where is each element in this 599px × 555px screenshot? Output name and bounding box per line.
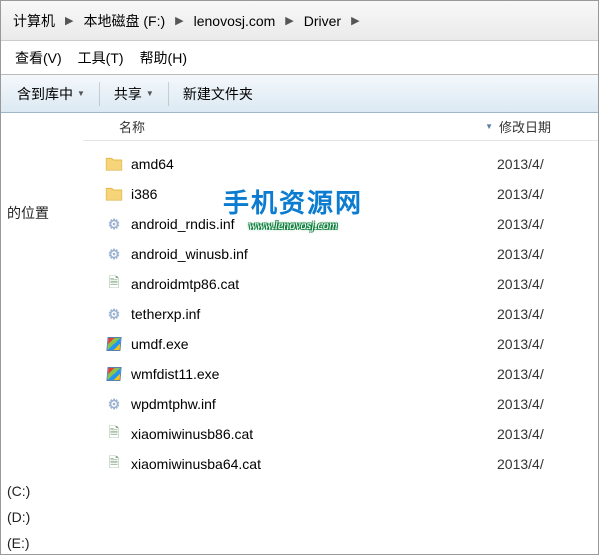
file-date: 2013/4/ [497,456,598,472]
toolbar-label: 含到库中 [17,84,73,104]
toolbar-include-library[interactable]: 含到库中 ▼ [5,75,97,112]
toolbar: 含到库中 ▼ 共享 ▼ 新建文件夹 [1,75,598,113]
menu-help[interactable]: 帮助(H) [140,48,187,68]
column-name[interactable]: 名称 ▼ [119,117,499,136]
sidebar-location-label[interactable]: 的位置 [7,203,83,223]
exe-icon [105,365,123,383]
file-name: amd64 [131,156,497,172]
file-date: 2013/4/ [497,246,598,262]
file-date: 2013/4/ [497,186,598,202]
folder-icon [105,185,123,203]
file-date: 2013/4/ [497,156,598,172]
file-name: wpdmtphw.inf [131,396,497,412]
toolbar-label: 新建文件夹 [183,84,253,104]
file-name: xiaomiwinusb86.cat [131,426,497,442]
breadcrumb[interactable]: 计算机 ▶ 本地磁盘 (F:) ▶ lenovosj.com ▶ Driver … [1,1,598,41]
list-item[interactable]: xiaomiwinusba64.cat2013/4/ [83,449,598,479]
file-date: 2013/4/ [497,216,598,232]
inf-icon [105,395,123,413]
list-item[interactable]: xiaomiwinusb86.cat2013/4/ [83,419,598,449]
sidebar-drive-c[interactable]: (C:) [7,483,83,499]
file-date: 2013/4/ [497,276,598,292]
menu-view[interactable]: 查看(V) [15,48,62,68]
file-name: androidmtp86.cat [131,276,497,292]
column-headers: 名称 ▼ 修改日期 [83,113,598,141]
list-item[interactable]: android_winusb.inf2013/4/ [83,239,598,269]
content-area: 的位置 (C:) (D:) (E:) 名称 ▼ 修改日期 amd642013/4… [1,113,598,554]
crumb-driver[interactable]: Driver [300,13,345,29]
list-item[interactable]: umdf.exe2013/4/ [83,329,598,359]
chevron-right-icon[interactable]: ▶ [59,14,79,27]
list-item[interactable]: wmfdist11.exe2013/4/ [83,359,598,389]
crumb-computer[interactable]: 计算机 [9,11,59,31]
inf-icon [105,215,123,233]
cat-icon [105,455,123,473]
inf-icon [105,305,123,323]
list-item[interactable]: androidmtp86.cat2013/4/ [83,269,598,299]
file-panel: 名称 ▼ 修改日期 amd642013/4/i3862013/4/android… [83,113,598,554]
chevron-down-icon: ▼ [146,89,154,98]
crumb-lenovosj[interactable]: lenovosj.com [190,13,280,29]
cat-icon [105,425,123,443]
list-item[interactable]: tetherxp.inf2013/4/ [83,299,598,329]
menubar: 查看(V) 工具(T) 帮助(H) [1,41,598,75]
crumb-drive-f[interactable]: 本地磁盘 (F:) [79,11,169,31]
inf-icon [105,245,123,263]
file-name: xiaomiwinusba64.cat [131,456,497,472]
file-name: android_rndis.inf [131,216,497,232]
list-item[interactable]: amd642013/4/ [83,149,598,179]
list-item[interactable]: android_rndis.inf2013/4/ [83,209,598,239]
file-name: android_winusb.inf [131,246,497,262]
cat-icon [105,275,123,293]
folder-icon [105,155,123,173]
chevron-right-icon[interactable]: ▶ [279,14,299,27]
chevron-right-icon[interactable]: ▶ [169,14,189,27]
file-date: 2013/4/ [497,396,598,412]
chevron-down-icon: ▼ [77,89,85,98]
file-name: tetherxp.inf [131,306,497,322]
chevron-right-icon[interactable]: ▶ [345,14,365,27]
list-item[interactable]: wpdmtphw.inf2013/4/ [83,389,598,419]
file-date: 2013/4/ [497,426,598,442]
file-name: i386 [131,186,497,202]
file-name: umdf.exe [131,336,497,352]
toolbar-share[interactable]: 共享 ▼ [102,75,166,112]
sidebar: 的位置 (C:) (D:) (E:) [1,113,83,554]
column-date[interactable]: 修改日期 [499,117,598,136]
column-name-label: 名称 [119,117,145,136]
file-date: 2013/4/ [497,306,598,322]
list-item[interactable]: i3862013/4/ [83,179,598,209]
toolbar-label: 共享 [114,84,142,104]
sidebar-drive-d[interactable]: (D:) [7,509,83,525]
toolbar-new-folder[interactable]: 新建文件夹 [171,75,265,112]
file-date: 2013/4/ [497,336,598,352]
toolbar-separator [99,82,100,106]
menu-tools[interactable]: 工具(T) [78,48,124,68]
exe-icon [105,335,123,353]
toolbar-separator [168,82,169,106]
sort-descending-icon: ▼ [485,122,493,131]
file-name: wmfdist11.exe [131,366,497,382]
file-date: 2013/4/ [497,366,598,382]
sidebar-drive-e[interactable]: (E:) [7,535,83,551]
file-list[interactable]: amd642013/4/i3862013/4/android_rndis.inf… [83,141,598,554]
